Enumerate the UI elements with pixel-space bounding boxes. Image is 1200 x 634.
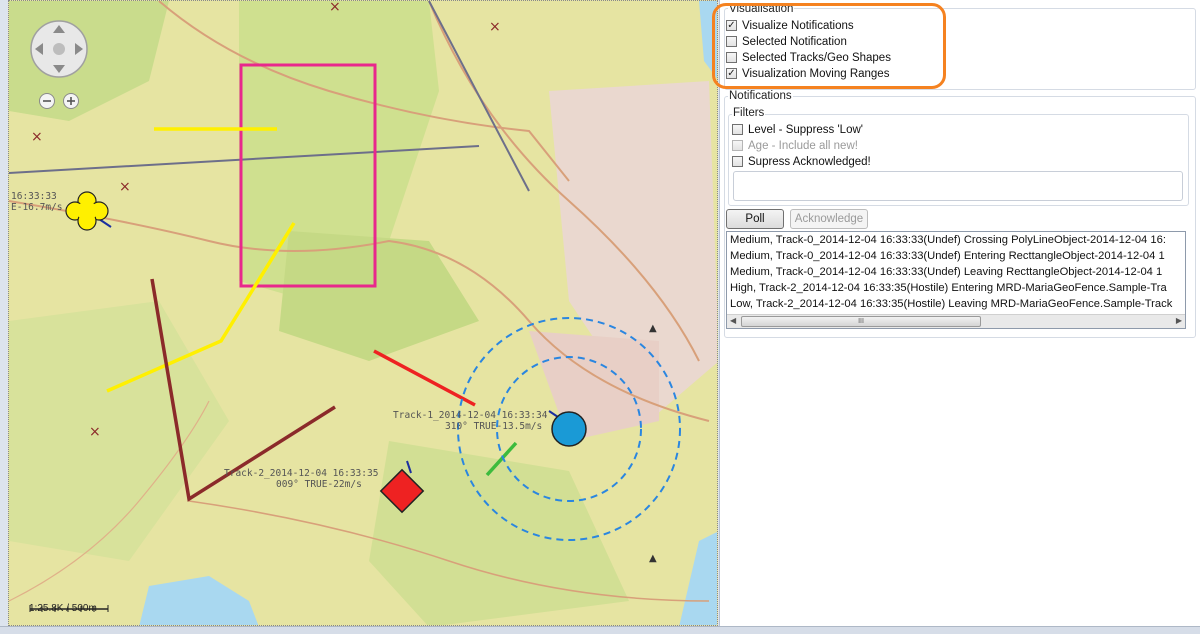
horizontal-scrollbar[interactable]: ◀ III ▶ (727, 314, 1185, 328)
track-0-label: 16:33:33 E-16.7m/s (11, 191, 63, 213)
right-panel: Visualisation ✓ Visualize Notifications … (712, 0, 1200, 626)
scale-ruler-icon (29, 605, 109, 612)
svg-text:▲: ▲ (649, 553, 657, 564)
svg-text:▲: ▲ (649, 323, 657, 334)
svg-text:×: × (119, 179, 131, 195)
age-include-all-new-checkbox[interactable]: Age - Include all new! (732, 138, 858, 153)
svg-text:×: × (329, 1, 341, 15)
checkbox-icon[interactable] (732, 124, 743, 135)
map-canvas[interactable]: × × × × × ▲ ▲ (9, 1, 718, 626)
track-2-label: Track-2_2014-12-04 16:33:35 009° TRUE-22… (224, 468, 379, 490)
pan-center-icon[interactable] (53, 43, 65, 55)
highlight-outline (712, 3, 946, 89)
list-item[interactable]: Medium, Track-0_2014-12-04 16:33:33(Unde… (727, 232, 1185, 248)
checkbox-icon[interactable] (732, 140, 743, 151)
zoom-out-icon[interactable] (39, 93, 55, 109)
poll-button[interactable]: Poll (726, 209, 784, 229)
notification-list[interactable]: Medium, Track-0_2014-12-04 16:33:33(Unde… (726, 231, 1186, 329)
notifications-legend: Notifications (728, 90, 793, 102)
scroll-left-icon[interactable]: ◀ (730, 316, 736, 325)
list-item[interactable]: Medium, Track-0_2014-12-04 16:33:33(Unde… (727, 264, 1185, 280)
svg-text:×: × (489, 19, 501, 35)
svg-text:×: × (89, 424, 101, 440)
scroll-thumb[interactable]: III (741, 316, 981, 327)
track-1-label: Track-1_2014-12-04 16:33:34 310° TRUE-13… (393, 410, 548, 432)
scale-bar: 1:25.8K / 500m (29, 603, 109, 614)
checkbox-label: Age - Include all new! (748, 139, 858, 152)
list-item[interactable]: High, Track-2_2014-12-04 16:33:35(Hostil… (727, 280, 1185, 296)
filters-legend: Filters (732, 107, 766, 119)
checkbox-label: Supress Acknowledged! (748, 155, 871, 168)
list-item[interactable]: Medium, Track-0_2014-12-04 16:33:33(Unde… (727, 248, 1185, 264)
track-1-symbol[interactable] (551, 411, 587, 447)
filter-input-box[interactable] (733, 171, 1183, 201)
checkbox-label: Level - Suppress 'Low' (748, 123, 863, 136)
list-item[interactable]: Low, Track-2_2014-12-04 16:33:35(Hostile… (727, 296, 1185, 312)
svg-text:×: × (31, 129, 43, 145)
acknowledge-button[interactable]: Acknowledge (790, 209, 868, 229)
supress-acknowledged-checkbox[interactable]: Supress Acknowledged! (732, 154, 871, 169)
map-view[interactable]: × × × × × ▲ ▲ 16:33:33 E-16.7m/s Track-1… (8, 0, 718, 626)
checkbox-icon[interactable] (732, 156, 743, 167)
level-suppress-low-checkbox[interactable]: Level - Suppress 'Low' (732, 122, 863, 137)
scroll-right-icon[interactable]: ▶ (1176, 316, 1182, 325)
zoom-in-icon[interactable] (63, 93, 79, 109)
